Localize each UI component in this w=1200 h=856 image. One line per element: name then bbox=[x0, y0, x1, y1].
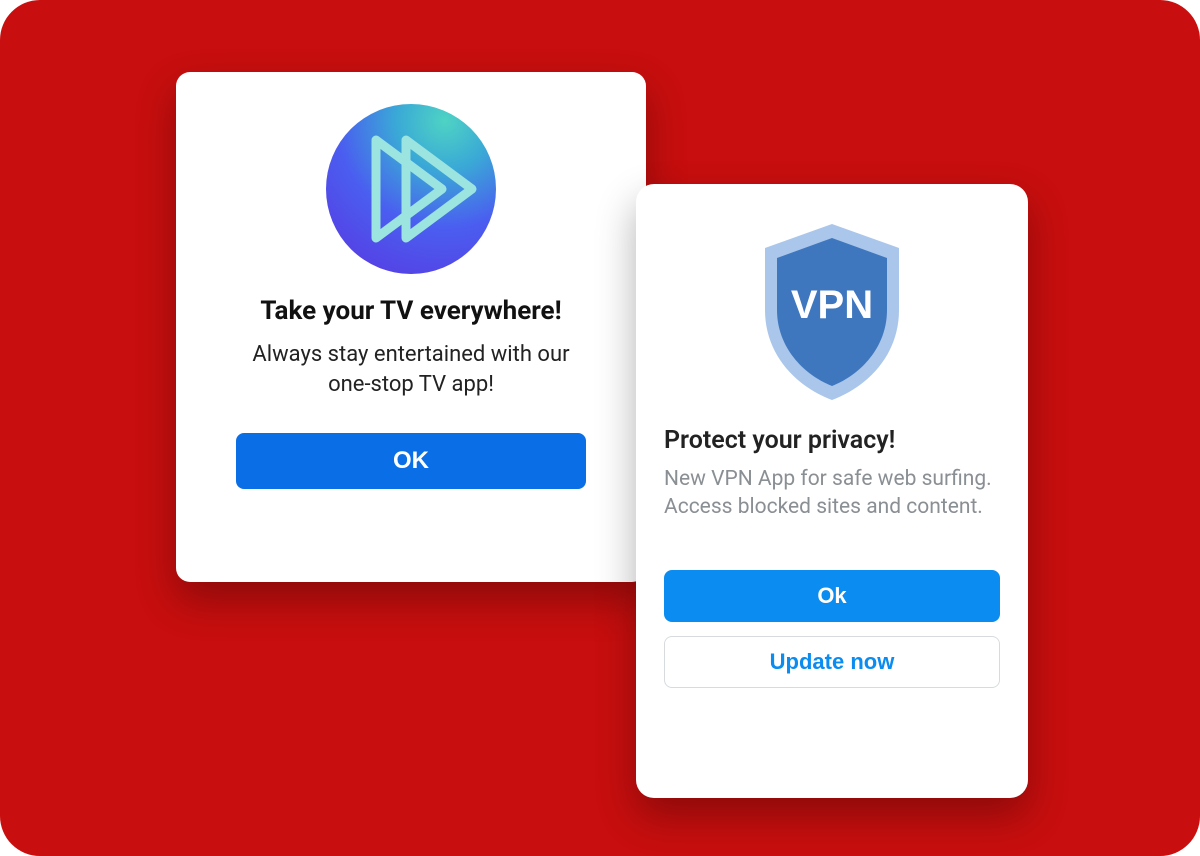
stage: Take your TV everywhere! Always stay ent… bbox=[0, 0, 1200, 856]
tv-app-icon bbox=[326, 104, 496, 274]
vpn-shield-icon: VPN bbox=[747, 218, 917, 408]
double-play-icon bbox=[326, 104, 496, 274]
tv-ok-button[interactable]: OK bbox=[236, 433, 586, 489]
vpn-popup-body: New VPN App for safe web surfing. Access… bbox=[664, 465, 1000, 522]
vpn-update-button[interactable]: Update now bbox=[664, 636, 1000, 688]
vpn-popup: VPN Protect your privacy! New VPN App fo… bbox=[636, 184, 1028, 798]
vpn-ok-button[interactable]: Ok bbox=[664, 570, 1000, 622]
tv-popup: Take your TV everywhere! Always stay ent… bbox=[176, 72, 646, 582]
vpn-popup-title: Protect your privacy! bbox=[664, 426, 1000, 455]
tv-popup-title: Take your TV everywhere! bbox=[260, 296, 561, 326]
tv-popup-body: Always stay entertained with our one-sto… bbox=[252, 340, 569, 399]
svg-text:VPN: VPN bbox=[791, 283, 873, 327]
